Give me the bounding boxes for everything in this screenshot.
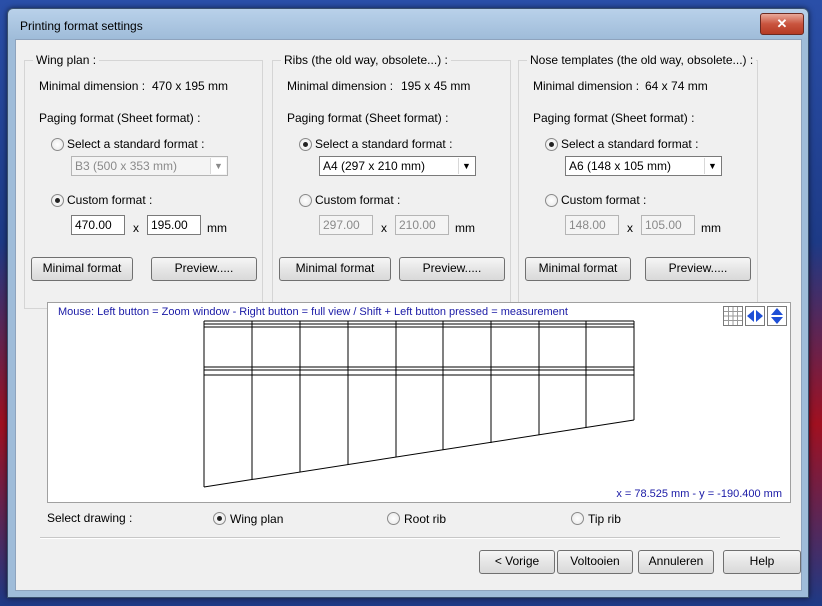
custom-format-label: Custom format :: [315, 193, 401, 207]
standard-format-dropdown[interactable]: B3 (500 x 353 mm) ▼: [71, 156, 228, 176]
standard-format-label: Select a standard format :: [315, 137, 453, 151]
custom-format-radio[interactable]: [299, 194, 312, 207]
custom-height-input[interactable]: 105.00: [641, 215, 695, 235]
title-bar: Printing format settings ✕: [8, 9, 808, 37]
coordinates-readout: x = 78.525 mm - y = -190.400 mm: [616, 488, 782, 500]
tip-rib-radio[interactable]: [571, 512, 584, 525]
group-nose-templates: Nose templates (the old way, obsolete...…: [518, 53, 758, 309]
wing-plan-radio[interactable]: [213, 512, 226, 525]
minimal-dimension-label: Minimal dimension :: [287, 79, 394, 93]
paging-format-label: Paging format (Sheet format) :: [39, 111, 201, 125]
group-title: Wing plan :: [33, 53, 100, 67]
divider: [40, 537, 780, 539]
minimal-format-button[interactable]: Minimal format: [31, 257, 133, 281]
finish-button[interactable]: Voltooien: [557, 550, 633, 574]
preview-button[interactable]: Preview.....: [151, 257, 257, 281]
preview-button[interactable]: Preview.....: [645, 257, 751, 281]
preview-canvas[interactable]: Mouse: Left button = Zoom window - Right…: [47, 302, 791, 503]
dialog-window: Printing format settings ✕ Wing plan : M…: [7, 8, 809, 598]
help-button[interactable]: Help: [723, 550, 801, 574]
minimal-dimension-label: Minimal dimension :: [39, 79, 146, 93]
preview-button[interactable]: Preview.....: [399, 257, 505, 281]
paging-format-label: Paging format (Sheet format) :: [287, 111, 449, 125]
custom-width-input[interactable]: 297.00: [319, 215, 373, 235]
custom-width-input[interactable]: 470.00: [71, 215, 125, 235]
standard-format-radio[interactable]: [545, 138, 558, 151]
custom-format-label: Custom format :: [561, 193, 647, 207]
cancel-button[interactable]: Annuleren: [638, 550, 714, 574]
minimal-dimension-value: 195 x 45 mm: [401, 79, 471, 93]
unit-label: mm: [207, 221, 227, 235]
select-drawing-label: Select drawing :: [47, 511, 133, 525]
chevron-down-icon: ▼: [210, 158, 226, 174]
dialog-client-area: Wing plan : Minimal dimension : 470 x 19…: [15, 39, 802, 591]
minimal-format-button[interactable]: Minimal format: [279, 257, 391, 281]
close-button[interactable]: ✕: [760, 13, 804, 35]
standard-format-dropdown[interactable]: A4 (297 x 210 mm) ▼: [319, 156, 476, 176]
custom-height-input[interactable]: 195.00: [147, 215, 201, 235]
minimal-dimension-label: Minimal dimension :: [533, 79, 640, 93]
minimal-format-button[interactable]: Minimal format: [525, 257, 631, 281]
group-wing-plan: Wing plan : Minimal dimension : 470 x 19…: [24, 53, 263, 309]
tip-rib-radio-label: Tip rib: [588, 512, 621, 526]
times-label: x: [133, 221, 139, 235]
custom-width-input[interactable]: 148.00: [565, 215, 619, 235]
group-ribs: Ribs (the old way, obsolete...) : Minima…: [272, 53, 511, 309]
paging-format-label: Paging format (Sheet format) :: [533, 111, 695, 125]
standard-format-dropdown[interactable]: A6 (148 x 105 mm) ▼: [565, 156, 722, 176]
chevron-down-icon: ▼: [458, 158, 474, 174]
custom-height-input[interactable]: 210.00: [395, 215, 449, 235]
minimal-dimension-value: 470 x 195 mm: [152, 79, 229, 93]
standard-format-radio[interactable]: [299, 138, 312, 151]
root-rib-radio-label: Root rib: [404, 512, 447, 526]
standard-format-radio[interactable]: [51, 138, 64, 151]
standard-format-label: Select a standard format :: [67, 137, 205, 151]
back-button[interactable]: < Vorige: [479, 550, 555, 574]
root-rib-radio[interactable]: [387, 512, 400, 525]
custom-format-radio[interactable]: [51, 194, 64, 207]
group-title: Ribs (the old way, obsolete...) :: [281, 53, 451, 67]
times-label: x: [381, 221, 387, 235]
wing-plan-drawing: [203, 320, 635, 488]
standard-format-label: Select a standard format :: [561, 137, 699, 151]
minimal-dimension-value: 64 x 74 mm: [645, 79, 708, 93]
times-label: x: [627, 221, 633, 235]
unit-label: mm: [455, 221, 475, 235]
unit-label: mm: [701, 221, 721, 235]
custom-format-radio[interactable]: [545, 194, 558, 207]
group-title: Nose templates (the old way, obsolete...…: [527, 53, 757, 67]
window-title: Printing format settings: [20, 19, 143, 33]
wing-plan-radio-label: Wing plan: [230, 512, 284, 526]
standard-format-value: A6 (148 x 105 mm): [569, 159, 672, 173]
chevron-down-icon: ▼: [704, 158, 720, 174]
standard-format-value: A4 (297 x 210 mm): [323, 159, 426, 173]
custom-format-label: Custom format :: [67, 193, 153, 207]
standard-format-value: B3 (500 x 353 mm): [75, 159, 178, 173]
close-icon: ✕: [776, 16, 788, 31]
